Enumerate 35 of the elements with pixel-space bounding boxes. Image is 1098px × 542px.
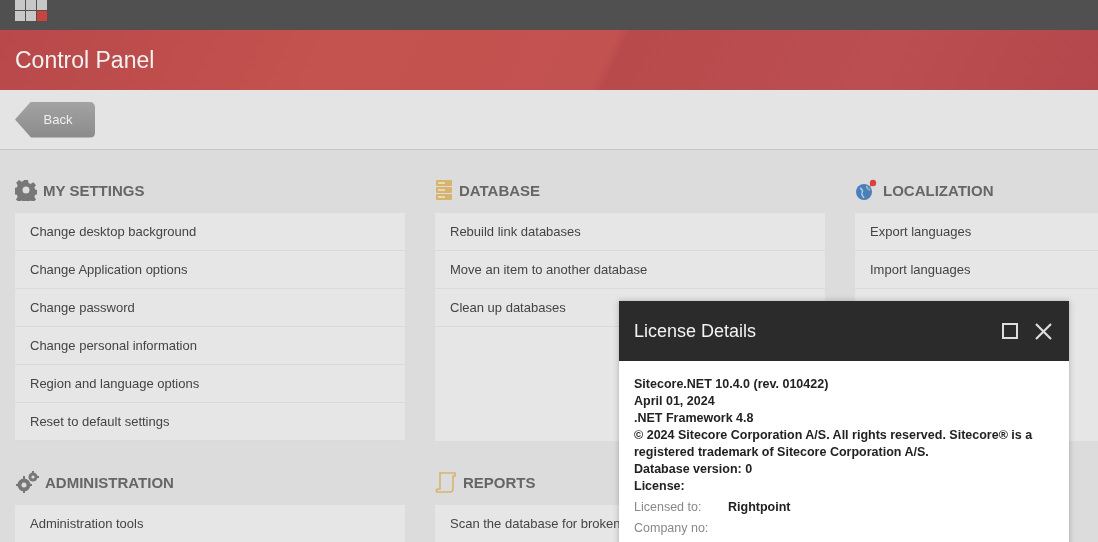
menu-link[interactable]: Change desktop background (15, 213, 405, 251)
maximize-icon[interactable] (1002, 323, 1018, 339)
menu-link[interactable]: Administration tools (15, 505, 405, 542)
menu-link[interactable]: Import languages (855, 251, 1098, 289)
menu-link[interactable]: Region and language options (15, 365, 405, 403)
field-label: Licensed to: (634, 499, 703, 516)
scroll-icon (435, 471, 457, 493)
database-icon (435, 179, 453, 201)
page-title: Control Panel (15, 46, 155, 74)
section-title: REPORTS (463, 473, 536, 491)
field-value: Rightpoint (728, 499, 791, 516)
menu-link[interactable]: Export languages (855, 213, 1098, 251)
license-text: © 2024 Sitecore Corporation A/S. All rights reserved. Sitecore® is a registered trademark of Sitecore Corporation A/S. (634, 427, 1034, 461)
menu-link[interactable]: Move an item to another database (435, 251, 825, 289)
close-icon[interactable] (1035, 322, 1052, 340)
menu-link[interactable]: Change password (15, 289, 405, 327)
section-title: DATABASE (459, 181, 541, 199)
globe-pin-icon (855, 179, 877, 201)
app-grid-icon[interactable] (15, 0, 48, 22)
license-text: License: (634, 478, 686, 495)
license-text: April 01, 2024 (634, 393, 716, 410)
section-title: ADMINISTRATION (45, 473, 174, 491)
field-label: Company no: (634, 520, 710, 537)
menu-link[interactable]: Change personal information (15, 327, 405, 365)
menu-link[interactable]: Change Application options (15, 251, 405, 289)
dialog-title: License Details (634, 320, 758, 342)
section-title: MY SETTINGS (43, 181, 145, 199)
menu-link[interactable]: Rebuild link databases (435, 213, 825, 251)
section-title: LOCALIZATION (883, 181, 994, 199)
gear-icon (15, 179, 37, 201)
license-text: Sitecore.NET 10.4.0 (rev. 010422) (634, 376, 830, 393)
gears-icon (15, 471, 39, 493)
license-text: Database version: 0 (634, 461, 754, 478)
menu-link[interactable]: Reset to default settings (15, 403, 405, 441)
license-text: .NET Framework 4.8 (634, 410, 755, 427)
